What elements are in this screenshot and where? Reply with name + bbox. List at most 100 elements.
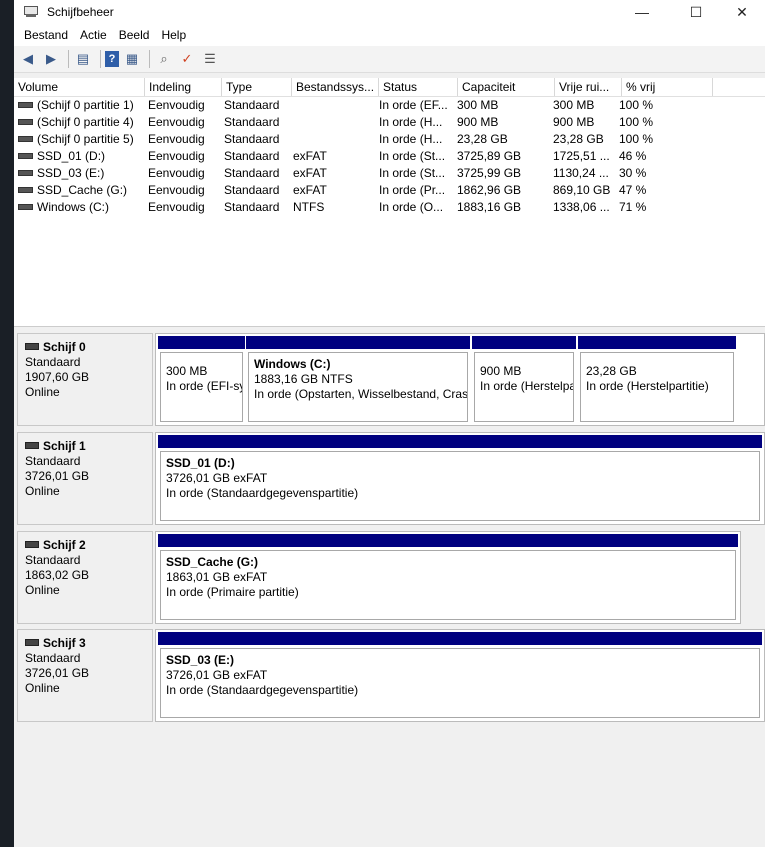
volume-type: Standaard (224, 115, 280, 129)
partition-status: In orde (Herstelpartitie) (586, 379, 709, 393)
volume-capacity: 300 MB (457, 98, 499, 112)
volume-filesystem: exFAT (293, 166, 327, 180)
table-row[interactable]: (Schijf 0 partitie 4) Eenvoudig Standaard I… (14, 114, 765, 131)
disk-label[interactable]: Schijf 1 Standaard 3726,01 GB Online (17, 432, 153, 525)
volume-label: (Schijf 0 partitie 4) (37, 115, 134, 129)
volume-filesystem (289, 131, 375, 148)
list-icon[interactable]: ☰ (200, 49, 220, 69)
disk-state: Online (25, 484, 60, 498)
volume-free-space: 869,10 GB (553, 183, 611, 197)
connect-icon[interactable]: ⌕ (154, 49, 174, 69)
close-button[interactable]: ✕ (719, 0, 765, 24)
column-capacity[interactable]: Capaciteit (458, 78, 555, 96)
title-bar: Schijfbeheer — ☐ ✕ (14, 0, 765, 24)
column-status[interactable]: Status (379, 78, 458, 96)
table-row[interactable]: SSD_01 (D:) Eenvoudig Standaard exFAT In ord… (14, 148, 765, 165)
disk-row: Schijf 3 Standaard 3726,01 GB Online SSD_03 … (14, 629, 765, 726)
partition-block[interactable]: 23,28 GB In orde (Herstelpartitie) (578, 336, 736, 422)
disk-name: Schijf 3 (43, 636, 86, 650)
disk-size: 1863,02 GB (25, 568, 90, 582)
table-row[interactable]: SSD_03 (E:) Eenvoudig Standaard exFAT In ord… (14, 165, 765, 182)
volume-capacity: 1883,16 GB (457, 200, 522, 214)
volume-capacity: 3725,89 GB (457, 149, 522, 163)
disk-partition-area: SSD_01 (D:) 3726,01 GB exFAT In orde (Stan… (155, 432, 765, 525)
table-row[interactable]: (Schijf 0 partitie 5) Eenvoudig Standaard I… (14, 131, 765, 148)
disk-label[interactable]: Schijf 2 Standaard 1863,02 GB Online (17, 531, 153, 624)
volume-percent-free: 100 % (619, 132, 654, 146)
maximize-button[interactable]: ☐ (673, 0, 719, 24)
volume-layout: Eenvoudig (148, 200, 205, 214)
volume-list-header: Volume Indeling Type Bestandssys... Stat… (14, 78, 765, 97)
volume-free-space: 1130,24 ... (553, 166, 609, 180)
column-percent-free[interactable]: % vrij (622, 78, 713, 96)
disk-state: Online (25, 385, 60, 399)
partition-block[interactable]: 300 MB In orde (EFI-sy (158, 336, 245, 422)
volume-layout: Eenvoudig (148, 98, 205, 112)
disk-row: Schijf 2 Standaard 1863,02 GB Online SSD_Cac… (14, 531, 765, 628)
partition-size: 900 MB (480, 364, 522, 378)
disk-partition-area: SSD_Cache (G:) 1863,01 GB exFAT In orde (P… (155, 531, 741, 624)
disk-graph-pane: Schijf 0 Standaard 1907,60 GB Online 300 MB I… (14, 327, 765, 847)
disk-label[interactable]: Schijf 3 Standaard 3726,01 GB Online (17, 629, 153, 722)
volume-name: Windows (C:) (14, 199, 144, 216)
menu-beeld[interactable]: Beeld (113, 28, 156, 42)
minimize-button[interactable]: — (619, 0, 665, 24)
table-row[interactable]: (Schijf 0 partitie 1) Eenvoudig Standaard I… (14, 97, 765, 114)
disk-partition-area: 300 MB In orde (EFI-sy Windows (C:) 1883,16… (155, 333, 765, 426)
window-title: Schijfbeheer (47, 5, 114, 19)
partition-size: 23,28 GB (586, 364, 637, 378)
table-row[interactable]: Windows (C:) Eenvoudig Standaard NTFS In ord… (14, 199, 765, 216)
volume-capacity: 900 MB (457, 115, 499, 129)
volume-label: SSD_03 (E:) (37, 166, 105, 180)
partition-block[interactable]: Windows (C:) 1883,16 GB NTFS In orde (Opst… (246, 336, 470, 422)
partition-body: SSD_01 (D:) 3726,01 GB exFAT In orde (Stan… (160, 451, 760, 521)
column-free-space[interactable]: Vrije rui... (555, 78, 622, 96)
check-icon[interactable]: ✓ (177, 49, 197, 69)
disk-row: Schijf 0 Standaard 1907,60 GB Online 300 MB I… (14, 333, 765, 430)
volume-status: In orde (EF... (379, 98, 448, 112)
volume-capacity: 1862,96 GB (457, 183, 522, 197)
menu-actie[interactable]: Actie (74, 28, 113, 42)
partition-block[interactable]: SSD_Cache (G:) 1863,01 GB exFAT In orde (P… (158, 534, 738, 620)
partition-body: 23,28 GB In orde (Herstelpartitie) (580, 352, 734, 422)
column-filesystem[interactable]: Bestandssys... (292, 78, 379, 96)
back-icon[interactable]: ◀ (18, 49, 38, 69)
partition-header-bar (246, 336, 470, 349)
volume-icon (18, 169, 33, 176)
partition-block[interactable]: 900 MB In orde (Herstelpa (472, 336, 576, 422)
volume-status: In orde (O... (379, 200, 444, 214)
volume-list: Volume Indeling Type Bestandssys... Stat… (14, 78, 765, 327)
view-icon[interactable]: ▦ (122, 49, 142, 69)
menu-help[interactable]: Help (155, 28, 192, 42)
column-layout[interactable]: Indeling (145, 78, 222, 96)
volume-percent-free: 71 % (619, 200, 647, 214)
volume-name: SSD_03 (E:) (14, 165, 144, 182)
volume-type: Standaard (224, 98, 280, 112)
volume-filesystem (289, 97, 375, 114)
volume-filesystem: NTFS (293, 200, 325, 214)
volume-label: (Schijf 0 partitie 5) (37, 132, 134, 146)
forward-icon[interactable]: ▶ (41, 49, 61, 69)
disk-type: Standaard (25, 553, 81, 567)
table-row[interactable]: SSD_Cache (G:) Eenvoudig Standaard exFAT In … (14, 182, 765, 199)
volume-icon (18, 152, 33, 159)
properties-icon[interactable]: ▤ (73, 49, 93, 69)
volume-type: Standaard (224, 166, 280, 180)
volume-type: Standaard (224, 183, 280, 197)
volume-layout: Eenvoudig (148, 166, 205, 180)
partition-header-bar (158, 632, 762, 645)
volume-free-space: 1725,51 ... (553, 149, 610, 163)
menu-bar: Bestand Actie Beeld Help (14, 24, 765, 46)
help-icon[interactable]: ? (105, 51, 119, 67)
partition-header-bar (472, 336, 576, 349)
menu-bestand[interactable]: Bestand (18, 28, 74, 42)
disk-icon (25, 541, 39, 549)
column-volume[interactable]: Volume (14, 78, 145, 96)
column-type[interactable]: Type (222, 78, 292, 96)
disk-partition-area: SSD_03 (E:) 3726,01 GB exFAT In orde (Stan… (155, 629, 765, 722)
partition-block[interactable]: SSD_03 (E:) 3726,01 GB exFAT In orde (Stan… (158, 632, 762, 718)
partition-block[interactable]: SSD_01 (D:) 3726,01 GB exFAT In orde (Stan… (158, 435, 762, 521)
partition-header-bar (158, 336, 245, 349)
toolbar: ◀ ▶ ▤ ? ▦ ⌕ ✓ ☰ (14, 46, 765, 73)
disk-label[interactable]: Schijf 0 Standaard 1907,60 GB Online (17, 333, 153, 426)
